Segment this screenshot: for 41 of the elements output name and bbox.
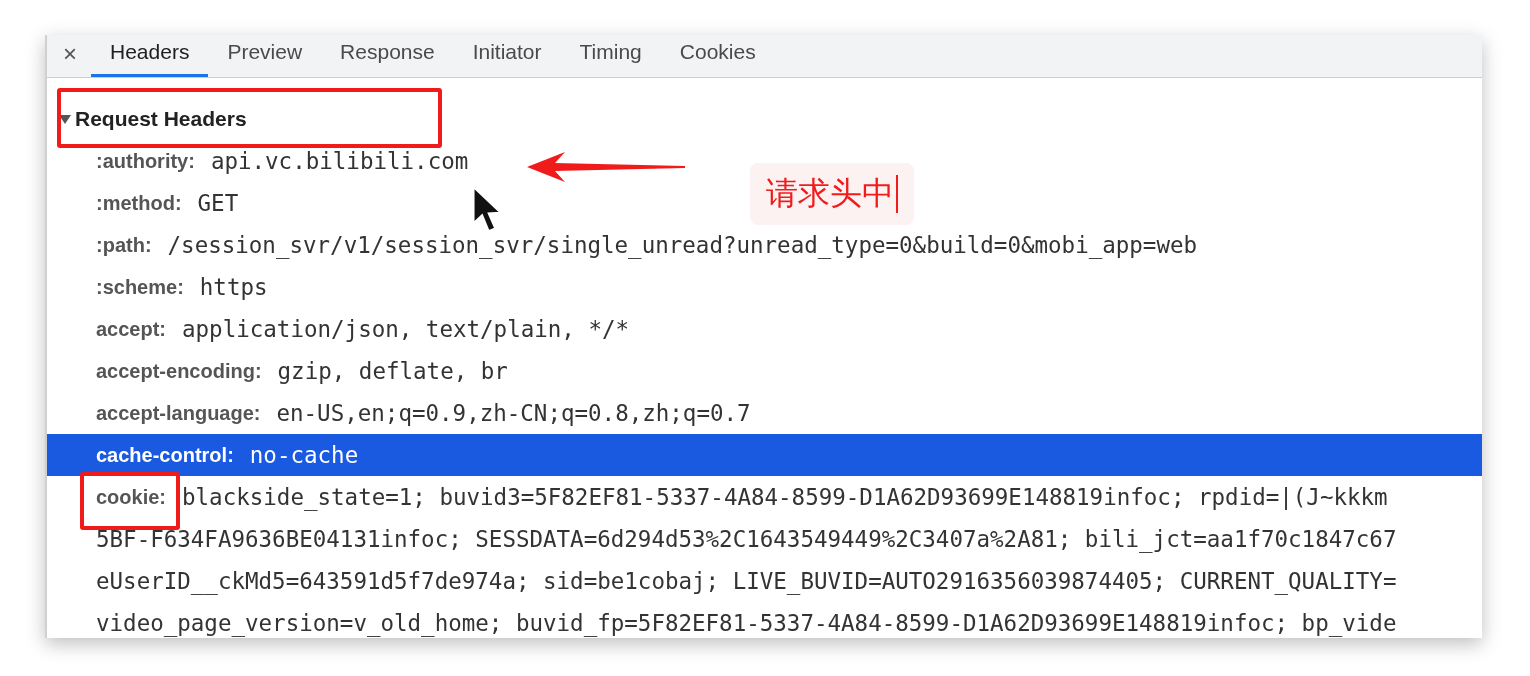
header-name: cookie: (96, 485, 167, 509)
header-value: eUserID__ckMd5=643591d5f7de974a; sid=be1cobaj; LIVE_BUVID=AUTO2916356039874405; CURRENT_QUALITY= (96, 568, 1397, 594)
header-value: https (199, 274, 268, 300)
header-value: api.vc.bilibili.com (210, 148, 469, 174)
header-row[interactable]: accept-language: en-US,en;q=0.9,zh-CN;q=0.8,zh;q=0.7 (47, 392, 759, 434)
tab[interactable]: Timing (560, 35, 661, 77)
tab[interactable]: Initiator (453, 35, 561, 77)
triangle-icon (59, 114, 71, 124)
annotation-label: 请求头中 (750, 163, 914, 225)
header-value: video_page_version=v_old_home; buvid_fp=5F82EF81-5337-4A84-8599-D1A62D93699E148819infoc; bp_vide (96, 610, 1397, 636)
header-value: GET (197, 190, 239, 216)
header-name: accept-language: (96, 401, 261, 425)
section-header[interactable]: Request Headers (47, 98, 247, 140)
header-value: application/json, text/plain, */* (182, 316, 630, 342)
header-name: cache-control: (96, 443, 234, 467)
header-value: 5BF-F634FA9636BE04131infoc; SESSDATA=6d294d53%2C1643549449%2C3407a%2A81; bili_jct=aa1f70c1847c67 (96, 526, 1397, 552)
header-value: blackside_state=1; buvid3=5F82EF81-5337-4A84-8599-D1A62D93699E148819infoc; rpdid=|(J~kkkm (182, 484, 1388, 510)
header-row[interactable]: :path: /session_svr/v1/session_svr/single_unread?unread_type=0&build=0&mobi_app=web (47, 224, 1206, 266)
tab[interactable]: Preview (208, 35, 322, 77)
header-name: :scheme: (96, 275, 184, 299)
header-row[interactable]: :method: GET (47, 182, 247, 224)
header-value: /session_svr/v1/session_svr/single_unread?unread_type=0&build=0&mobi_app=web (167, 232, 1198, 258)
header-row[interactable]: cache-control: no-cache (47, 434, 1482, 476)
header-name: accept-encoding: (96, 359, 262, 383)
tab[interactable]: Cookies (660, 35, 775, 77)
header-name: :authority: (96, 149, 195, 173)
tab[interactable]: Response (321, 35, 454, 77)
arrow-icon (525, 150, 687, 184)
close-button[interactable]: × (61, 35, 91, 77)
header-value: no-cache (249, 442, 359, 468)
header-row[interactable]: accept: application/json, text/plain, */* (47, 308, 638, 350)
header-row[interactable]: :scheme: https (47, 266, 276, 308)
header-name: accept: (96, 317, 167, 341)
header-row[interactable]: :authority: api.vc.bilibili.com (47, 140, 477, 182)
tab[interactable]: Headers (91, 35, 209, 77)
header-name: :path: (96, 233, 152, 257)
header-value: gzip, deflate, br (277, 358, 508, 384)
header-value: en-US,en;q=0.9,zh-CN;q=0.8,zh;q=0.7 (276, 400, 751, 426)
header-name: :method: (96, 191, 182, 215)
header-row[interactable]: accept-encoding: gzip, deflate, br (47, 350, 516, 392)
header-row[interactable]: cookie: blackside_state=1; buvid3=5F82EF81-5337-4A84-8599-D1A62D93699E148819infoc; rpdid=|(J~kkkm (47, 476, 1396, 518)
